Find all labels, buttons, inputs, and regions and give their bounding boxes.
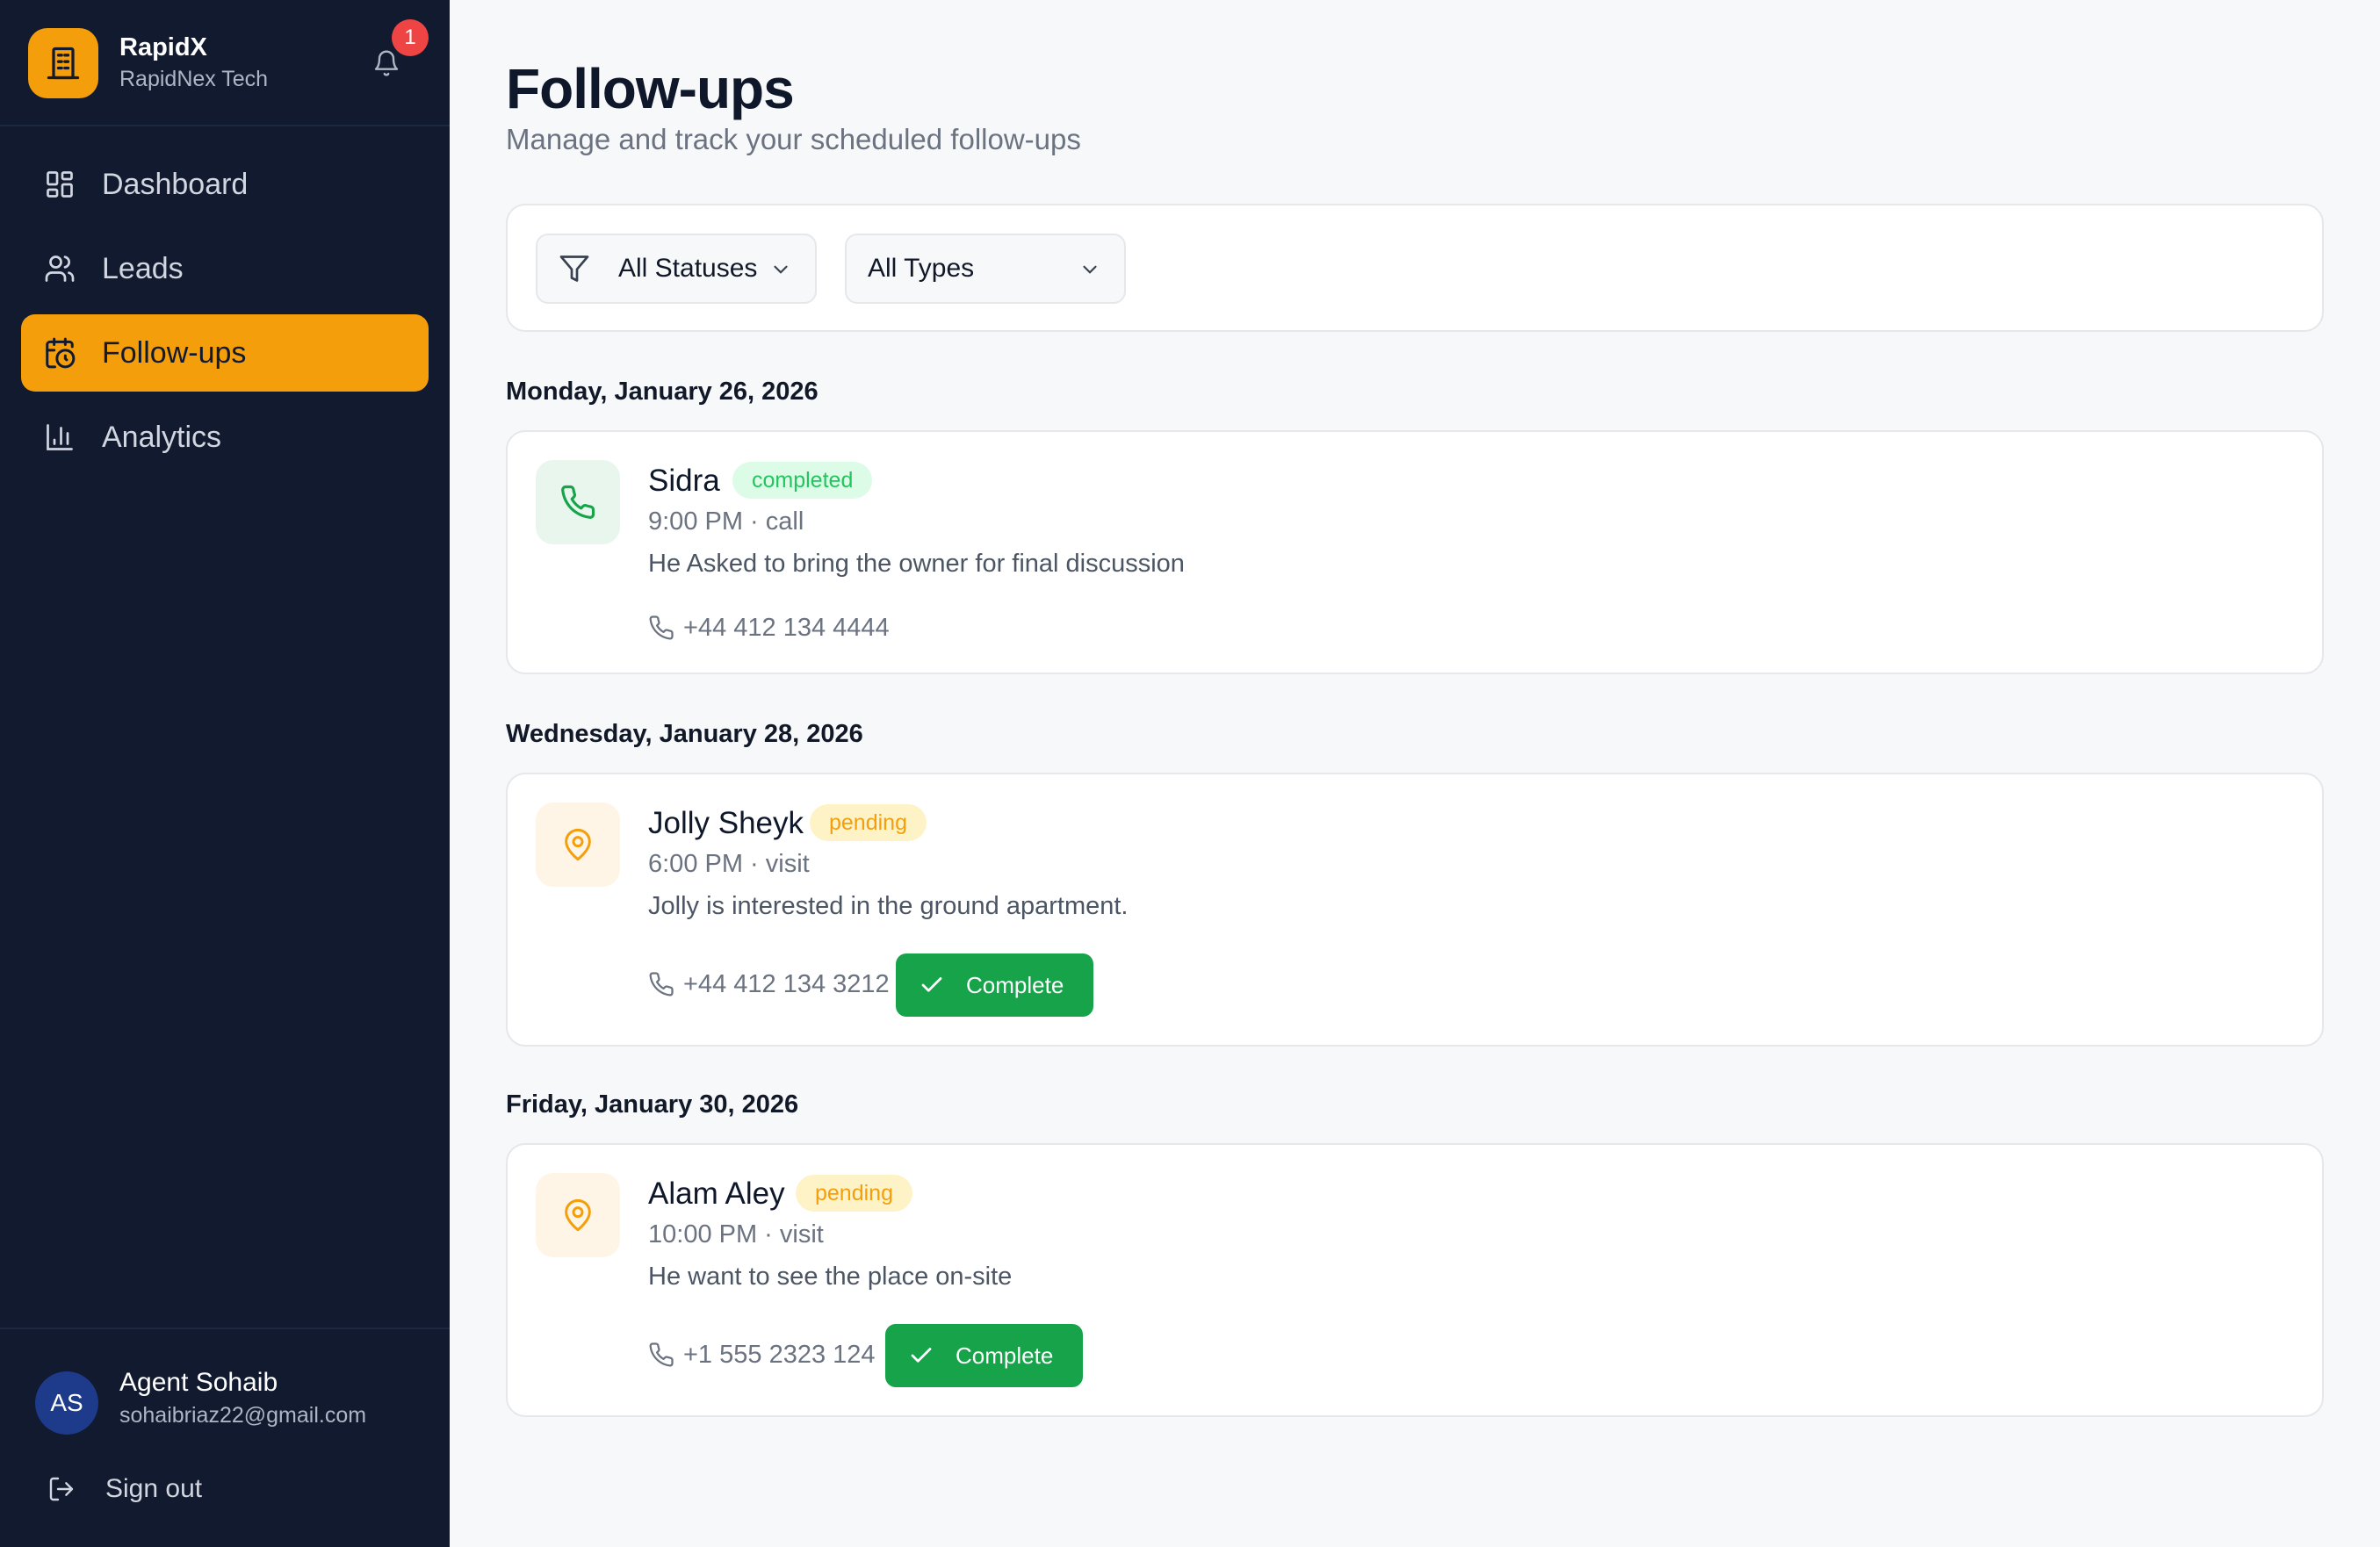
sidebar-item-label: Dashboard — [102, 167, 249, 201]
status-filter-select[interactable]: All Statuses — [536, 234, 817, 304]
sidebar-item-follow-ups[interactable]: Follow-ups — [21, 314, 429, 392]
contact-name: Sidra — [648, 464, 720, 498]
follow-up-note: He want to see the place on-site — [648, 1263, 1013, 1291]
follow-up-note: Jolly is interested in the ground apartm… — [648, 892, 1129, 920]
status-badge: pending — [796, 1175, 912, 1212]
sidebar-item-label: Follow-ups — [102, 335, 247, 370]
user-email: sohaibriaz22@gmail.com — [119, 1403, 367, 1428]
sidebar: RapidX RapidNex Tech 1 Dashboard Leads F — [0, 0, 450, 1547]
chevron-down-icon — [769, 258, 792, 281]
complete-button[interactable]: Complete — [885, 1324, 1084, 1387]
contact-phone: +44 412 134 4444 — [648, 613, 890, 643]
sidebar-item-label: Analytics — [102, 420, 222, 454]
bar-chart-icon — [42, 420, 77, 455]
filter-bar: All Statuses All Types — [506, 204, 2324, 332]
sidebar-nav: Dashboard Leads Follow-ups Analytics — [21, 146, 429, 483]
phone-icon — [648, 969, 678, 999]
phone-icon — [648, 1340, 678, 1370]
status-badge: pending — [810, 804, 927, 841]
phone-number: +1 555 2323 124 — [683, 1340, 876, 1369]
phone-number: +44 412 134 4444 — [683, 613, 890, 642]
check-icon — [919, 972, 945, 998]
follow-up-time: 6:00 PM · visit — [648, 850, 810, 878]
sign-out-button[interactable]: Sign out — [47, 1473, 202, 1505]
building-icon — [28, 28, 98, 98]
type-filter-value: All Types — [868, 254, 975, 283]
status-filter-value: All Statuses — [618, 254, 758, 283]
filter-icon — [559, 253, 590, 284]
user-name: Agent Sohaib — [119, 1368, 278, 1397]
sidebar-item-leads[interactable]: Leads — [21, 230, 429, 307]
follow-up-time: 9:00 PM · call — [648, 507, 804, 536]
check-icon — [908, 1342, 934, 1369]
date-heading: Monday, January 26, 2026 — [506, 378, 819, 406]
chevron-down-icon — [1078, 258, 1101, 281]
contact-name: Jolly Sheyk — [648, 806, 804, 840]
user-profile: AS Agent Sohaib sohaibriaz22@gmail.com S… — [0, 1328, 450, 1547]
complete-button-label: Complete — [966, 971, 1064, 998]
page-title: Follow-ups — [506, 57, 795, 120]
sidebar-item-dashboard[interactable]: Dashboard — [21, 146, 429, 223]
brand-header: RapidX RapidNex Tech 1 — [0, 0, 450, 126]
brand-name: RapidX — [119, 33, 207, 61]
follow-up-time: 10:00 PM · visit — [648, 1220, 824, 1248]
map-pin-icon — [536, 1173, 620, 1257]
follow-up-card[interactable]: Jolly Sheyk pending 6:00 PM · visit Joll… — [506, 773, 2324, 1047]
grid-icon — [42, 167, 77, 202]
date-heading: Friday, January 30, 2026 — [506, 1090, 799, 1119]
calendar-clock-icon — [42, 335, 77, 371]
follow-up-card[interactable]: Alam Aley pending 10:00 PM · visit He wa… — [506, 1143, 2324, 1417]
contact-phone: +1 555 2323 124 — [648, 1340, 876, 1370]
type-filter-select[interactable]: All Types — [845, 234, 1126, 304]
contact-phone: +44 412 134 3212 — [648, 969, 890, 999]
complete-button-label: Complete — [956, 1342, 1054, 1369]
phone-number: +44 412 134 3212 — [683, 969, 890, 998]
avatar: AS — [35, 1371, 98, 1435]
phone-icon — [648, 613, 678, 643]
users-icon — [42, 251, 77, 286]
brand-subtitle: RapidNex Tech — [119, 67, 269, 91]
sidebar-item-label: Leads — [102, 251, 184, 285]
contact-name: Alam Aley — [648, 1176, 785, 1211]
notification-badge: 1 — [392, 19, 429, 56]
date-heading: Wednesday, January 28, 2026 — [506, 720, 863, 748]
phone-icon — [536, 460, 620, 544]
map-pin-icon — [536, 802, 620, 887]
page-subtitle: Manage and track your scheduled follow-u… — [506, 123, 1081, 155]
sidebar-item-analytics[interactable]: Analytics — [21, 399, 429, 476]
follow-up-card[interactable]: Sidra completed 9:00 PM · call He Asked … — [506, 430, 2324, 674]
sign-out-label: Sign out — [105, 1474, 203, 1503]
log-out-icon — [47, 1473, 79, 1505]
follow-up-note: He Asked to bring the owner for final di… — [648, 550, 1185, 578]
complete-button[interactable]: Complete — [896, 953, 1094, 1017]
status-badge: completed — [732, 462, 873, 499]
